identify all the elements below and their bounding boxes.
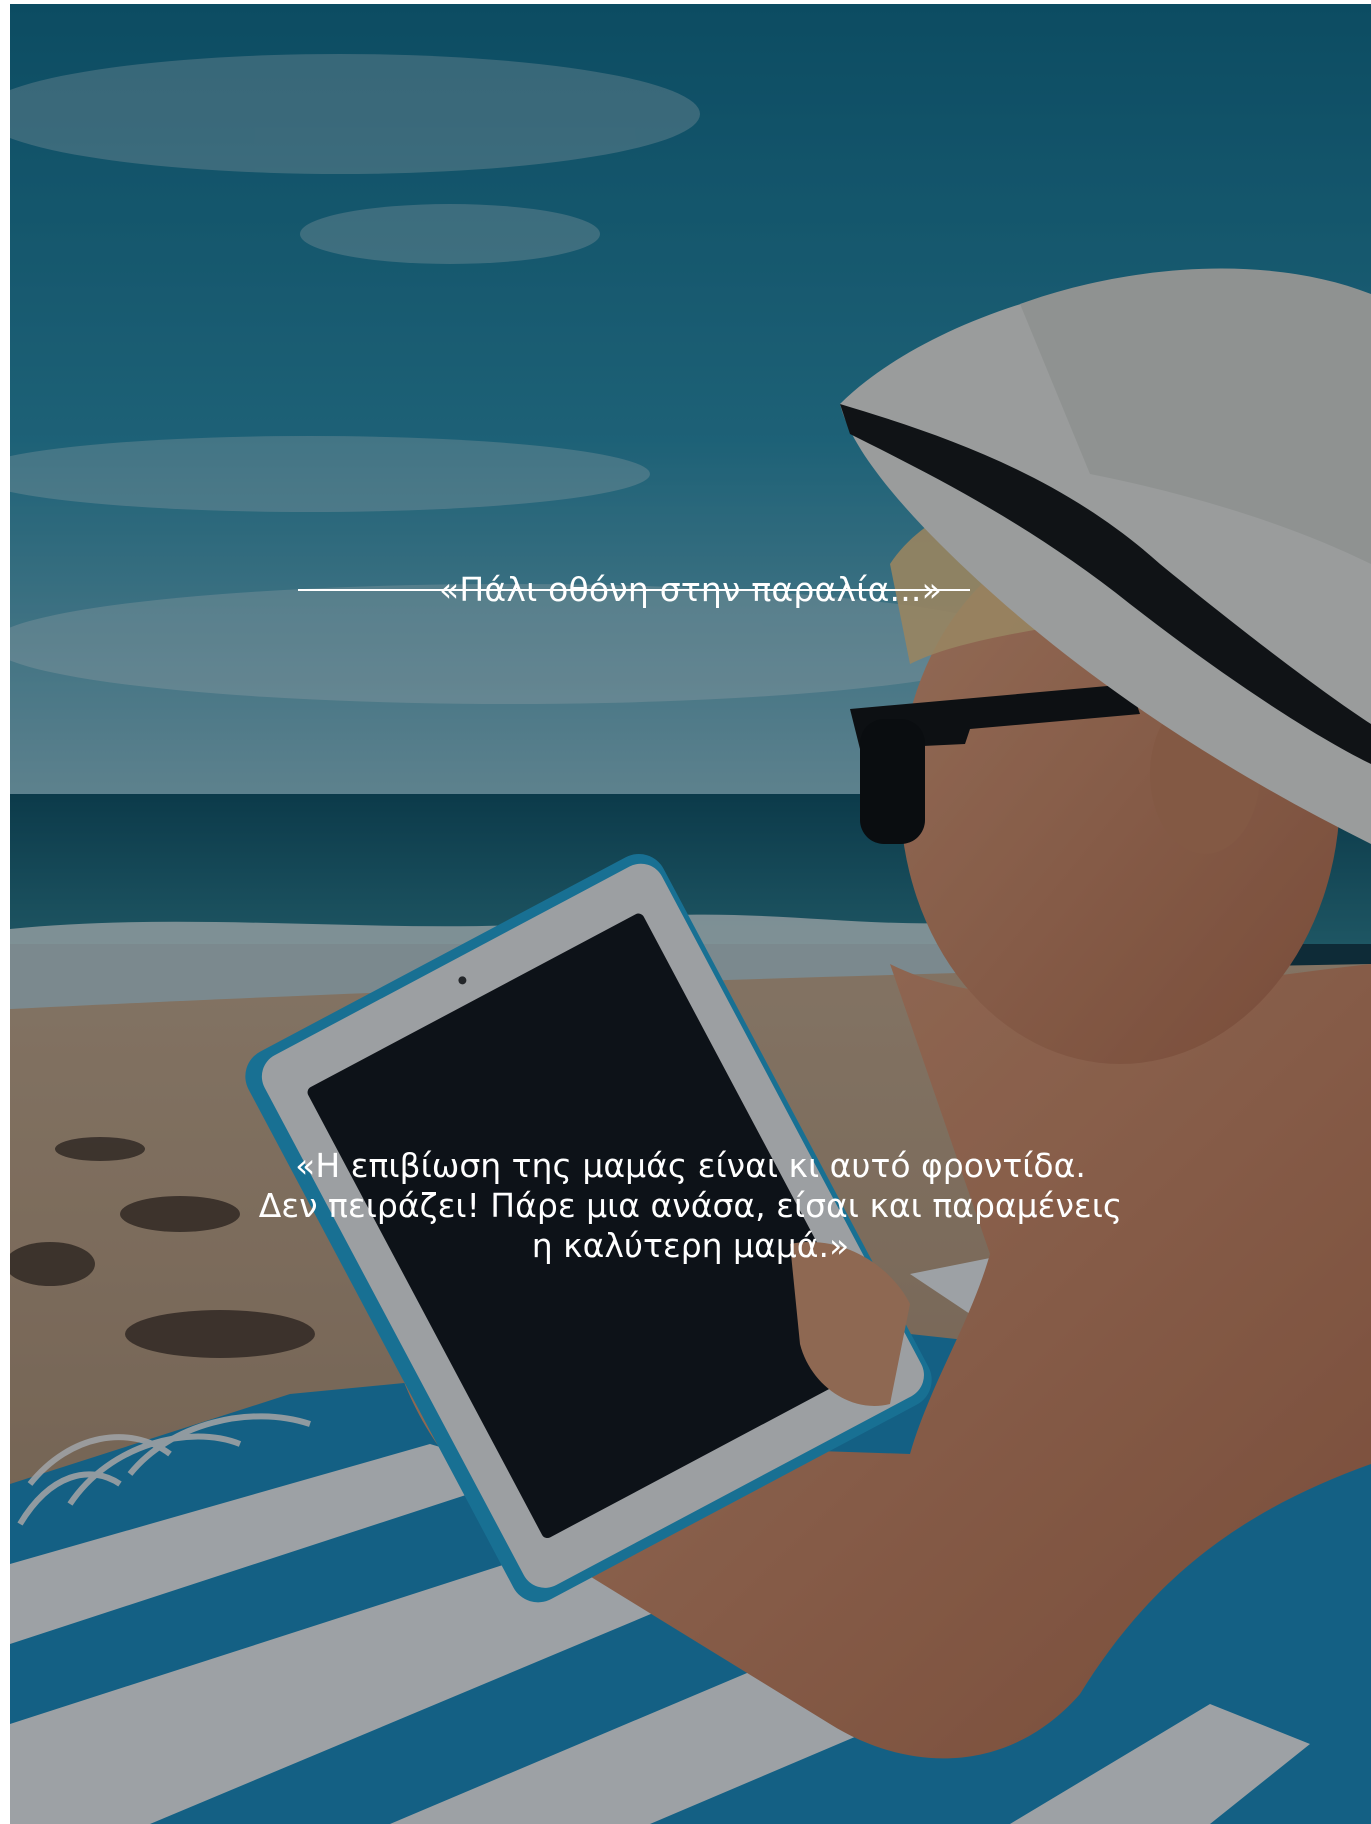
caption-top: «Πάλι οθόνη στην παραλία...» bbox=[438, 570, 942, 609]
caption-bottom: «Η επιβίωση της μαμάς είναι κι αυτό φρον… bbox=[258, 1146, 1123, 1265]
dark-overlay bbox=[10, 4, 1371, 1824]
photo-frame: «Πάλι οθόνη στην παραλία...» «Η επιβίωση… bbox=[10, 4, 1371, 1824]
